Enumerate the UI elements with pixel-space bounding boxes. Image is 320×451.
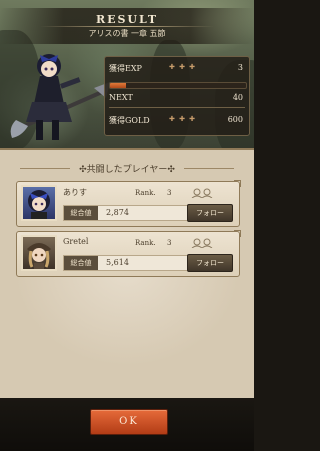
rank-label: Rank.: [135, 189, 156, 197]
next-progress-fill: [110, 83, 127, 88]
player-name: Gretel: [63, 237, 89, 246]
exp-value: 3: [237, 63, 243, 72]
card-corner-ornament: [234, 180, 241, 187]
alice-avatar-icon: [28, 190, 50, 219]
next-progress-bar: [109, 82, 247, 89]
power-label: 総合値: [64, 256, 98, 270]
next-row: NEXT 40: [109, 93, 245, 107]
exp-row: 獲得EXP ✚ ✚ ✚ 3: [109, 63, 245, 77]
power-label: 総合値: [64, 206, 98, 220]
friend-status-icon: [191, 188, 213, 198]
player-name: ありす: [63, 188, 87, 197]
chapter-subtitle: アリスの書 一章 五節: [88, 29, 166, 38]
battle-scene-background: RESULT アリスの書 一章 五節 獲得EXP ✚ ✚ ✚ 3 NEXT 40…: [0, 0, 254, 148]
player-avatar[interactable]: [21, 235, 57, 271]
gretel-avatar-icon: [27, 243, 51, 269]
power-value: 5,614: [106, 258, 129, 267]
stats-divider: [109, 107, 245, 108]
exp-label: 獲得EXP: [109, 64, 142, 73]
next-value: 40: [232, 93, 243, 102]
rank-label: Rank.: [135, 239, 156, 247]
power-stat-box: 総合値 2,874: [63, 205, 197, 221]
follow-button[interactable]: フォロー: [187, 204, 233, 222]
rank-value: 3: [167, 239, 172, 247]
rank-value: 3: [167, 189, 172, 197]
power-stat-box: 総合値 5,614: [63, 255, 197, 271]
co-op-players-panel: ✣共闘したプレイヤー✣ ありす Rank. 3 総合値 2,874 フォロー G…: [0, 148, 254, 400]
reward-stats-panel: 獲得EXP ✚ ✚ ✚ 3 NEXT 40 獲得GOLD ✚ ✚ ✚ 600: [104, 56, 250, 136]
player-card: ありす Rank. 3 総合値 2,874 フォロー: [16, 180, 241, 227]
power-value: 2,874: [106, 208, 129, 217]
gold-value: 600: [227, 115, 243, 124]
player-card: Gretel Rank. 3 総合値 5,614 フォロー: [16, 230, 241, 277]
gold-row: 獲得GOLD ✚ ✚ ✚ 600: [109, 115, 245, 129]
gold-stars: ✚ ✚ ✚: [169, 115, 197, 123]
gold-label: 獲得GOLD: [109, 116, 150, 125]
result-title: RESULT: [95, 13, 159, 26]
ok-button[interactable]: OK: [90, 409, 168, 435]
card-corner-ornament: [234, 230, 241, 237]
character-illustration: [10, 54, 110, 140]
player-avatar[interactable]: [21, 185, 57, 221]
title-line-right: [184, 168, 234, 169]
friend-status-icon: [191, 238, 213, 248]
header-divider: [40, 26, 214, 27]
next-label: NEXT: [109, 93, 133, 102]
follow-button[interactable]: フォロー: [187, 254, 233, 272]
exp-stars: ✚ ✚ ✚: [169, 63, 197, 71]
